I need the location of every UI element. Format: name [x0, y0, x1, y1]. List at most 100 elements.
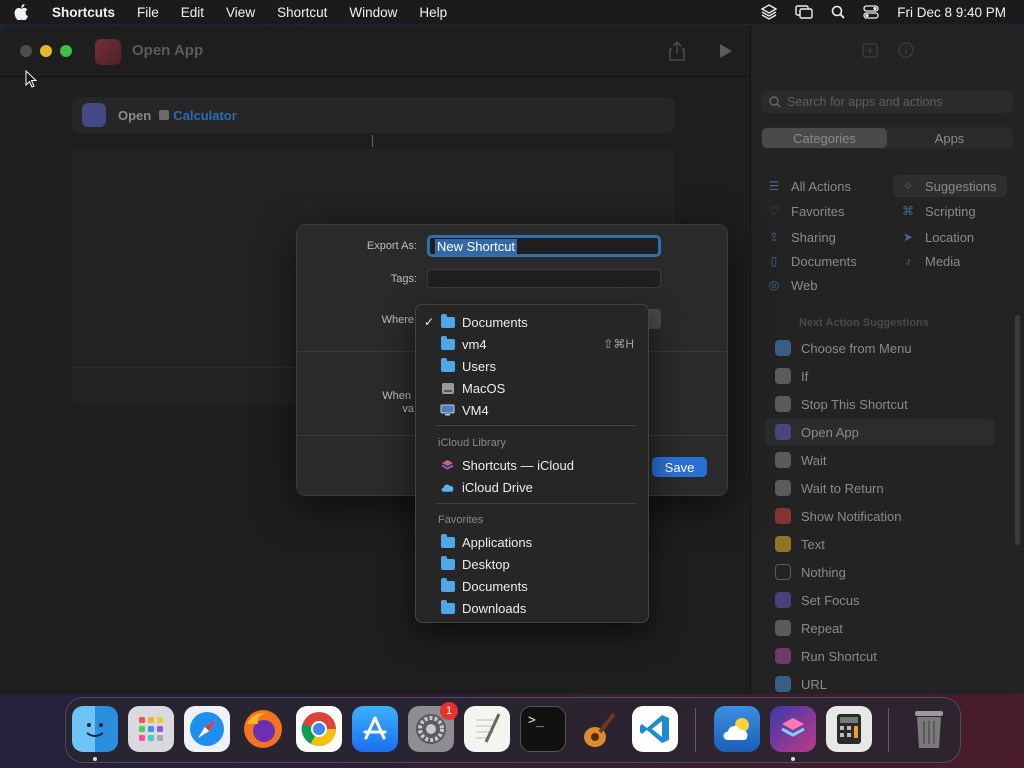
screen-mirror-icon[interactable]: [795, 5, 813, 19]
spotlight-search-icon[interactable]: [831, 5, 845, 19]
export-name-value[interactable]: New Shortcut: [435, 238, 518, 254]
location-downloads[interactable]: Downloads: [416, 597, 648, 619]
textedit-icon[interactable]: [464, 706, 510, 752]
if-action-icon: [775, 368, 791, 384]
close-button[interactable]: [20, 45, 32, 57]
next-action-header: Next Action Suggestions: [799, 317, 929, 329]
category-suggestions[interactable]: ✧ Suggestions: [893, 175, 1007, 197]
menu-clock[interactable]: Fri Dec 8 9:40 PM: [897, 5, 1006, 20]
suggestion-nothing[interactable]: Nothing: [765, 559, 995, 585]
finder-running-indicator: [93, 757, 97, 761]
location-vm4-home[interactable]: vm4 ⇧⌘H: [416, 333, 648, 355]
menu-item-label: Downloads: [462, 600, 527, 616]
menu-view[interactable]: View: [226, 5, 255, 20]
menu-bar: Shortcuts File Edit View Shortcut Window…: [0, 0, 1024, 24]
location-users[interactable]: Users: [416, 355, 648, 377]
category-scripting[interactable]: ⌘ Scripting: [901, 200, 976, 222]
info-icon[interactable]: [897, 41, 915, 62]
apple-logo-icon[interactable]: [14, 4, 32, 20]
shortcuts-dock-icon[interactable]: [770, 706, 816, 752]
suggestion-show-notification[interactable]: Show Notification: [765, 503, 995, 529]
open-app-action[interactable]: Open Calculator: [72, 97, 675, 133]
action-search-box[interactable]: [761, 91, 1013, 113]
list-icon: ☰: [768, 179, 780, 193]
location-shortcuts-icloud[interactable]: Shortcuts — iCloud: [416, 454, 648, 476]
document-icon: ▯: [770, 254, 778, 268]
suggestion-repeat[interactable]: Repeat: [765, 615, 995, 641]
location-applications[interactable]: Applications: [416, 531, 648, 553]
finder-icon[interactable]: [72, 706, 118, 752]
launchpad-icon[interactable]: [128, 706, 174, 752]
location-macos[interactable]: MacOS: [416, 377, 648, 399]
suggestion-url[interactable]: URL: [765, 671, 995, 694]
suggestion-label: Repeat: [801, 620, 843, 636]
menu-window[interactable]: Window: [349, 5, 397, 20]
notification-badge: 1: [440, 702, 458, 720]
firefox-icon[interactable]: [240, 706, 286, 752]
trash-icon[interactable]: [906, 706, 952, 752]
category-all-actions[interactable]: ☰ All Actions: [767, 175, 851, 197]
suggestion-set-focus[interactable]: Set Focus: [765, 587, 995, 613]
chrome-icon[interactable]: [296, 706, 342, 752]
action-target-app[interactable]: Calculator: [173, 108, 237, 123]
menu-help[interactable]: Help: [419, 5, 447, 20]
tags-field[interactable]: [427, 269, 661, 288]
run-play-icon[interactable]: [719, 43, 733, 62]
terminal-icon[interactable]: >_: [520, 706, 566, 752]
category-favorites[interactable]: ♡ Favorites: [767, 200, 845, 222]
suggestion-wait-to-return[interactable]: Wait to Return: [765, 475, 995, 501]
heart-icon: ♡: [768, 204, 780, 218]
calculator-dock-icon[interactable]: [826, 706, 872, 752]
hard-drive-icon: [440, 382, 455, 395]
applications-folder-icon: [440, 533, 455, 549]
zoom-button[interactable]: [60, 45, 72, 57]
home-folder-icon: [440, 335, 455, 351]
suggestion-choose-from-menu[interactable]: Choose from Menu: [765, 335, 995, 361]
safari-icon[interactable]: [184, 706, 230, 752]
url-link-icon: [775, 676, 791, 692]
menu-edit[interactable]: Edit: [181, 5, 204, 20]
menu-item-label: Documents: [462, 578, 528, 594]
suggestion-open-app[interactable]: Open App: [765, 419, 995, 445]
menu-file[interactable]: File: [137, 5, 159, 20]
category-documents[interactable]: ▯ Documents: [767, 250, 857, 272]
segment-apps[interactable]: Apps: [887, 128, 1012, 148]
focus-moon-icon: [775, 592, 791, 608]
shortcut-app-icon[interactable]: [95, 39, 121, 65]
save-button[interactable]: Save: [652, 457, 707, 477]
suggestion-if[interactable]: If: [765, 363, 995, 389]
control-center-icon[interactable]: [863, 5, 879, 19]
location-icloud-drive[interactable]: iCloud Drive: [416, 476, 648, 498]
garageband-icon[interactable]: [576, 706, 622, 752]
window-title[interactable]: Open App: [132, 42, 203, 59]
menu-app-name[interactable]: Shortcuts: [52, 5, 115, 20]
menu-shortcut[interactable]: Shortcut: [277, 5, 327, 20]
sidebar-scrollbar[interactable]: [1015, 315, 1020, 545]
category-media[interactable]: ♪ Media: [901, 250, 960, 272]
segment-categories[interactable]: Categories: [762, 128, 887, 148]
suggestion-wait[interactable]: Wait: [765, 447, 995, 473]
app-store-icon[interactable]: [352, 706, 398, 752]
suggestion-run-shortcut[interactable]: Run Shortcut: [765, 643, 995, 669]
category-web[interactable]: ◎ Web: [767, 274, 818, 296]
suggestion-stop-this-shortcut[interactable]: Stop This Shortcut: [765, 391, 995, 417]
suggestion-text[interactable]: Text: [765, 531, 995, 557]
location-vm4-computer[interactable]: VM4: [416, 399, 648, 421]
vscode-icon[interactable]: [632, 706, 678, 752]
category-location[interactable]: ➤ Location: [901, 226, 974, 248]
minimize-button[interactable]: [40, 45, 52, 57]
layers-icon[interactable]: [761, 4, 778, 20]
weather-icon[interactable]: [714, 706, 760, 752]
location-documents[interactable]: ✓ Documents: [416, 311, 648, 333]
location-favorite-documents[interactable]: Documents: [416, 575, 648, 597]
location-desktop[interactable]: Desktop: [416, 553, 648, 575]
library-add-icon[interactable]: [861, 41, 879, 62]
category-sharing[interactable]: ⇪ Sharing: [767, 226, 836, 248]
category-label: Favorites: [791, 203, 845, 219]
action-library-sidebar: Categories Apps ☰ All Actions ♡ Favorite…: [750, 25, 1024, 694]
action-search-input[interactable]: [787, 95, 1007, 109]
share-icon[interactable]: [668, 40, 686, 64]
system-settings-icon[interactable]: 1: [408, 702, 458, 752]
menu-item-label: Shortcuts — iCloud: [462, 457, 574, 473]
export-name-field[interactable]: New Shortcut: [427, 235, 661, 257]
